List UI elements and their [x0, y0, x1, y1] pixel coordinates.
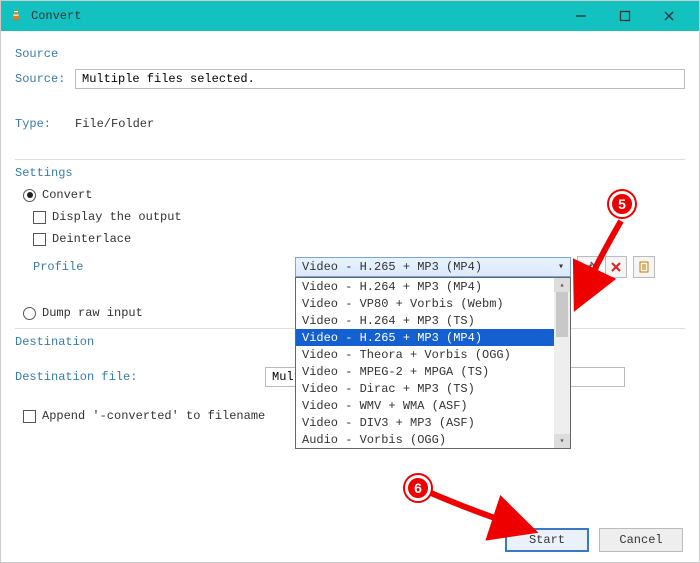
chevron-down-icon: ▾ [558, 261, 564, 273]
deinterlace-label: Deinterlace [52, 232, 131, 246]
profile-option[interactable]: Video - H.265 + MP3 (MP4) [296, 329, 570, 346]
profile-option[interactable]: Video - WMV + WMA (ASF) [296, 397, 570, 414]
dump-raw-label: Dump raw input [42, 306, 143, 320]
radio-icon [23, 307, 36, 320]
display-output-label: Display the output [52, 210, 182, 224]
profile-option[interactable]: Audio - Vorbis (OGG) [296, 431, 570, 448]
destination-file-label: Destination file: [15, 370, 265, 384]
maximize-button[interactable] [603, 1, 647, 31]
checkbox-icon [33, 233, 46, 246]
convert-radio[interactable]: Convert [23, 188, 685, 202]
profile-option[interactable]: Video - Theora + Vorbis (OGG) [296, 346, 570, 363]
checkbox-icon [23, 410, 36, 423]
profile-option[interactable]: Video - H.264 + MP3 (MP4) [296, 278, 570, 295]
new-doc-icon [638, 261, 650, 273]
profile-combobox[interactable]: Video - H.265 + MP3 (MP4) ▾ Video - H.26… [295, 257, 571, 277]
append-converted-label: Append '-converted' to filename [42, 409, 265, 423]
profile-option[interactable]: Video - DIV3 + MP3 (ASF) [296, 414, 570, 431]
close-button[interactable] [647, 1, 691, 31]
profile-option[interactable]: Video - VP80 + Vorbis (Webm) [296, 295, 570, 312]
new-profile-button[interactable] [633, 256, 655, 278]
profile-label: Profile [15, 260, 295, 274]
profile-option[interactable]: Video - Dirac + MP3 (TS) [296, 380, 570, 397]
annotation-badge-6: 6 [405, 475, 431, 501]
annotation-badge-5: 5 [609, 191, 635, 217]
scroll-up-icon[interactable]: ▴ [554, 278, 570, 292]
scroll-down-icon[interactable]: ▾ [554, 434, 570, 448]
convert-radio-label: Convert [42, 188, 92, 202]
type-value: File/Folder [75, 117, 154, 131]
radio-icon [23, 189, 36, 202]
delete-profile-button[interactable] [605, 256, 627, 278]
wrench-icon [582, 261, 595, 274]
source-legend: Source [15, 47, 685, 61]
window-title: Convert [31, 9, 81, 23]
deinterlace-checkbox[interactable]: Deinterlace [33, 232, 685, 246]
checkbox-icon [33, 211, 46, 224]
profile-option[interactable]: Video - MPEG-2 + MPGA (TS) [296, 363, 570, 380]
display-output-checkbox[interactable]: Display the output [33, 210, 685, 224]
delete-x-icon [610, 261, 622, 273]
source-label: Source: [15, 72, 67, 86]
scrollbar[interactable]: ▴ ▾ [554, 278, 570, 448]
divider [15, 159, 685, 160]
edit-profile-button[interactable] [577, 256, 599, 278]
profile-option[interactable]: Video - H.264 + MP3 (TS) [296, 312, 570, 329]
source-input[interactable] [75, 69, 685, 89]
start-button[interactable]: Start [505, 528, 589, 552]
vlc-icon [9, 7, 23, 25]
type-label: Type: [15, 117, 67, 131]
settings-legend: Settings [15, 166, 685, 180]
cancel-button[interactable]: Cancel [599, 528, 683, 552]
minimize-button[interactable] [559, 1, 603, 31]
scroll-thumb[interactable] [556, 292, 568, 337]
profile-selected-text: Video - H.265 + MP3 (MP4) [302, 260, 482, 274]
profile-dropdown-list[interactable]: Video - H.264 + MP3 (MP4) Video - VP80 +… [295, 277, 571, 449]
titlebar[interactable]: Convert [1, 1, 699, 31]
